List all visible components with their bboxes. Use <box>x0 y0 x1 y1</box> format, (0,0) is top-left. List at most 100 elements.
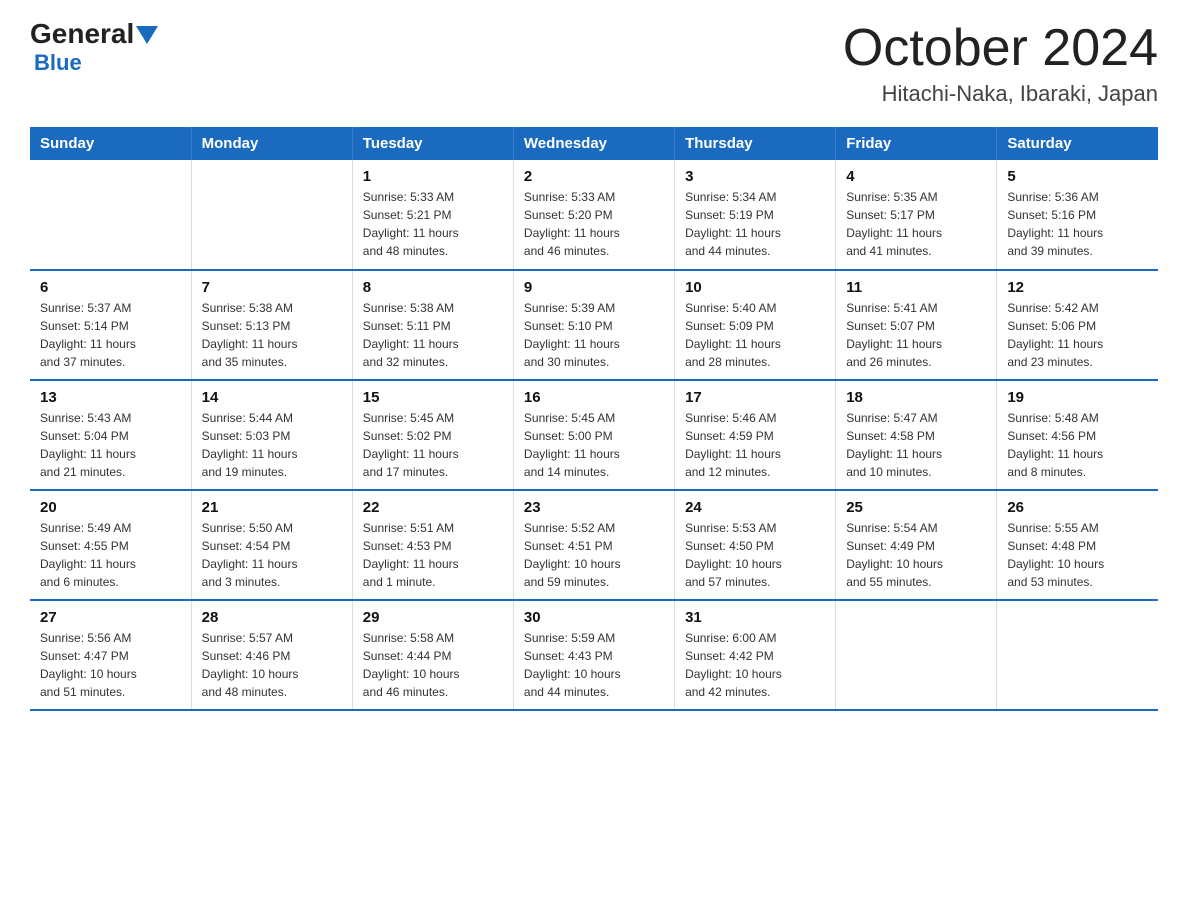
header-wednesday: Wednesday <box>513 127 674 160</box>
day-number: 20 <box>40 499 181 516</box>
week-row-4: 20 Sunrise: 5:49 AM Sunset: 4:55 PM Dayli… <box>30 490 1158 600</box>
day-info: Sunrise: 5:38 AM Sunset: 5:11 PM Dayligh… <box>363 299 503 371</box>
day-info: Sunrise: 5:33 AM Sunset: 5:20 PM Dayligh… <box>524 188 664 260</box>
calendar-cell: 13Sunrise: 5:43 AM Sunset: 5:04 PM Dayli… <box>30 380 191 490</box>
calendar-cell: 23 Sunrise: 5:52 AM Sunset: 4:51 PM Dayli… <box>513 490 674 600</box>
logo-triangle-icon <box>136 26 158 44</box>
calendar-cell: 25Sunrise: 5:54 AM Sunset: 4:49 PM Dayli… <box>836 490 997 600</box>
day-info: Sunrise: 5:52 AM Sunset: 4:51 PM Dayligh… <box>524 519 664 591</box>
calendar-cell: 24 Sunrise: 5:53 AM Sunset: 4:50 PM Dayli… <box>675 490 836 600</box>
day-info: Sunrise: 5:45 AM Sunset: 5:00 PM Dayligh… <box>524 409 664 481</box>
day-number: 16 <box>524 389 664 406</box>
day-number: 25 <box>846 499 986 516</box>
day-number: 11 <box>846 279 986 296</box>
day-info: Sunrise: 5:46 AM Sunset: 4:59 PM Dayligh… <box>685 409 825 481</box>
calendar-cell: 11 Sunrise: 5:41 AM Sunset: 5:07 PM Dayli… <box>836 270 997 380</box>
logo-blue: Blue <box>34 50 82 76</box>
calendar-cell: 27Sunrise: 5:56 AM Sunset: 4:47 PM Dayli… <box>30 600 191 710</box>
calendar-cell: 18Sunrise: 5:47 AM Sunset: 4:58 PM Dayli… <box>836 380 997 490</box>
day-info: Sunrise: 5:57 AM Sunset: 4:46 PM Dayligh… <box>202 629 342 701</box>
week-row-2: 6 Sunrise: 5:37 AM Sunset: 5:14 PM Daylig… <box>30 270 1158 380</box>
calendar-cell <box>997 600 1158 710</box>
day-number: 7 <box>202 279 342 296</box>
day-info: Sunrise: 6:00 AM Sunset: 4:42 PM Dayligh… <box>685 629 825 701</box>
day-info: Sunrise: 5:44 AM Sunset: 5:03 PM Dayligh… <box>202 409 342 481</box>
logo-general: General <box>30 20 134 48</box>
day-info: Sunrise: 5:37 AM Sunset: 5:14 PM Dayligh… <box>40 299 181 371</box>
day-info: Sunrise: 5:45 AM Sunset: 5:02 PM Dayligh… <box>363 409 503 481</box>
day-info: Sunrise: 5:47 AM Sunset: 4:58 PM Dayligh… <box>846 409 986 481</box>
calendar-cell: 3 Sunrise: 5:34 AM Sunset: 5:19 PM Daylig… <box>675 160 836 270</box>
day-number: 4 <box>846 168 986 185</box>
day-number: 29 <box>363 609 503 626</box>
day-number: 1 <box>363 168 503 185</box>
day-info: Sunrise: 5:38 AM Sunset: 5:13 PM Dayligh… <box>202 299 342 371</box>
header-sunday: Sunday <box>30 127 191 160</box>
week-row-5: 27Sunrise: 5:56 AM Sunset: 4:47 PM Dayli… <box>30 600 1158 710</box>
calendar-cell: 19 Sunrise: 5:48 AM Sunset: 4:56 PM Dayli… <box>997 380 1158 490</box>
header-tuesday: Tuesday <box>352 127 513 160</box>
day-info: Sunrise: 5:41 AM Sunset: 5:07 PM Dayligh… <box>846 299 986 371</box>
day-number: 6 <box>40 279 181 296</box>
calendar-header-row: SundayMondayTuesdayWednesdayThursdayFrid… <box>30 127 1158 160</box>
page-header: General Blue October 2024 Hitachi-Naka, … <box>30 20 1158 107</box>
calendar-cell: 17 Sunrise: 5:46 AM Sunset: 4:59 PM Dayli… <box>675 380 836 490</box>
calendar-cell: 2 Sunrise: 5:33 AM Sunset: 5:20 PM Daylig… <box>513 160 674 270</box>
day-number: 31 <box>685 609 825 626</box>
calendar-cell: 7 Sunrise: 5:38 AM Sunset: 5:13 PM Daylig… <box>191 270 352 380</box>
calendar-cell: 4Sunrise: 5:35 AM Sunset: 5:17 PM Daylig… <box>836 160 997 270</box>
day-info: Sunrise: 5:50 AM Sunset: 4:54 PM Dayligh… <box>202 519 342 591</box>
calendar-cell: 28Sunrise: 5:57 AM Sunset: 4:46 PM Dayli… <box>191 600 352 710</box>
day-info: Sunrise: 5:42 AM Sunset: 5:06 PM Dayligh… <box>1007 299 1148 371</box>
day-info: Sunrise: 5:51 AM Sunset: 4:53 PM Dayligh… <box>363 519 503 591</box>
calendar-cell: 12 Sunrise: 5:42 AM Sunset: 5:06 PM Dayli… <box>997 270 1158 380</box>
month-title: October 2024 <box>843 20 1158 77</box>
calendar-cell: 9Sunrise: 5:39 AM Sunset: 5:10 PM Daylig… <box>513 270 674 380</box>
day-number: 10 <box>685 279 825 296</box>
calendar-cell: 8Sunrise: 5:38 AM Sunset: 5:11 PM Daylig… <box>352 270 513 380</box>
header-monday: Monday <box>191 127 352 160</box>
calendar-table: SundayMondayTuesdayWednesdayThursdayFrid… <box>30 127 1158 711</box>
day-info: Sunrise: 5:34 AM Sunset: 5:19 PM Dayligh… <box>685 188 825 260</box>
day-number: 3 <box>685 168 825 185</box>
day-number: 17 <box>685 389 825 406</box>
calendar-cell: 5 Sunrise: 5:36 AM Sunset: 5:16 PM Daylig… <box>997 160 1158 270</box>
day-number: 21 <box>202 499 342 516</box>
day-info: Sunrise: 5:39 AM Sunset: 5:10 PM Dayligh… <box>524 299 664 371</box>
day-number: 23 <box>524 499 664 516</box>
calendar-cell: 29Sunrise: 5:58 AM Sunset: 4:44 PM Dayli… <box>352 600 513 710</box>
week-row-3: 13Sunrise: 5:43 AM Sunset: 5:04 PM Dayli… <box>30 380 1158 490</box>
day-info: Sunrise: 5:55 AM Sunset: 4:48 PM Dayligh… <box>1007 519 1148 591</box>
day-number: 13 <box>40 389 181 406</box>
calendar-cell: 15 Sunrise: 5:45 AM Sunset: 5:02 PM Dayli… <box>352 380 513 490</box>
day-info: Sunrise: 5:56 AM Sunset: 4:47 PM Dayligh… <box>40 629 181 701</box>
day-number: 30 <box>524 609 664 626</box>
day-number: 2 <box>524 168 664 185</box>
day-info: Sunrise: 5:48 AM Sunset: 4:56 PM Dayligh… <box>1007 409 1148 481</box>
header-saturday: Saturday <box>997 127 1158 160</box>
day-info: Sunrise: 5:33 AM Sunset: 5:21 PM Dayligh… <box>363 188 503 260</box>
header-thursday: Thursday <box>675 127 836 160</box>
day-info: Sunrise: 5:36 AM Sunset: 5:16 PM Dayligh… <box>1007 188 1148 260</box>
calendar-cell: 20 Sunrise: 5:49 AM Sunset: 4:55 PM Dayli… <box>30 490 191 600</box>
week-row-1: 1 Sunrise: 5:33 AM Sunset: 5:21 PM Daylig… <box>30 160 1158 270</box>
calendar-cell: 21 Sunrise: 5:50 AM Sunset: 4:54 PM Dayli… <box>191 490 352 600</box>
calendar-cell: 31 Sunrise: 6:00 AM Sunset: 4:42 PM Dayli… <box>675 600 836 710</box>
calendar-cell <box>836 600 997 710</box>
day-number: 26 <box>1007 499 1148 516</box>
day-number: 22 <box>363 499 503 516</box>
day-info: Sunrise: 5:49 AM Sunset: 4:55 PM Dayligh… <box>40 519 181 591</box>
calendar-cell: 10 Sunrise: 5:40 AM Sunset: 5:09 PM Dayli… <box>675 270 836 380</box>
day-number: 14 <box>202 389 342 406</box>
day-number: 12 <box>1007 279 1148 296</box>
calendar-cell <box>191 160 352 270</box>
day-info: Sunrise: 5:53 AM Sunset: 4:50 PM Dayligh… <box>685 519 825 591</box>
day-info: Sunrise: 5:59 AM Sunset: 4:43 PM Dayligh… <box>524 629 664 701</box>
day-number: 15 <box>363 389 503 406</box>
day-info: Sunrise: 5:40 AM Sunset: 5:09 PM Dayligh… <box>685 299 825 371</box>
calendar-cell: 16 Sunrise: 5:45 AM Sunset: 5:00 PM Dayli… <box>513 380 674 490</box>
calendar-cell: 14 Sunrise: 5:44 AM Sunset: 5:03 PM Dayli… <box>191 380 352 490</box>
day-number: 24 <box>685 499 825 516</box>
day-number: 19 <box>1007 389 1148 406</box>
day-number: 5 <box>1007 168 1148 185</box>
